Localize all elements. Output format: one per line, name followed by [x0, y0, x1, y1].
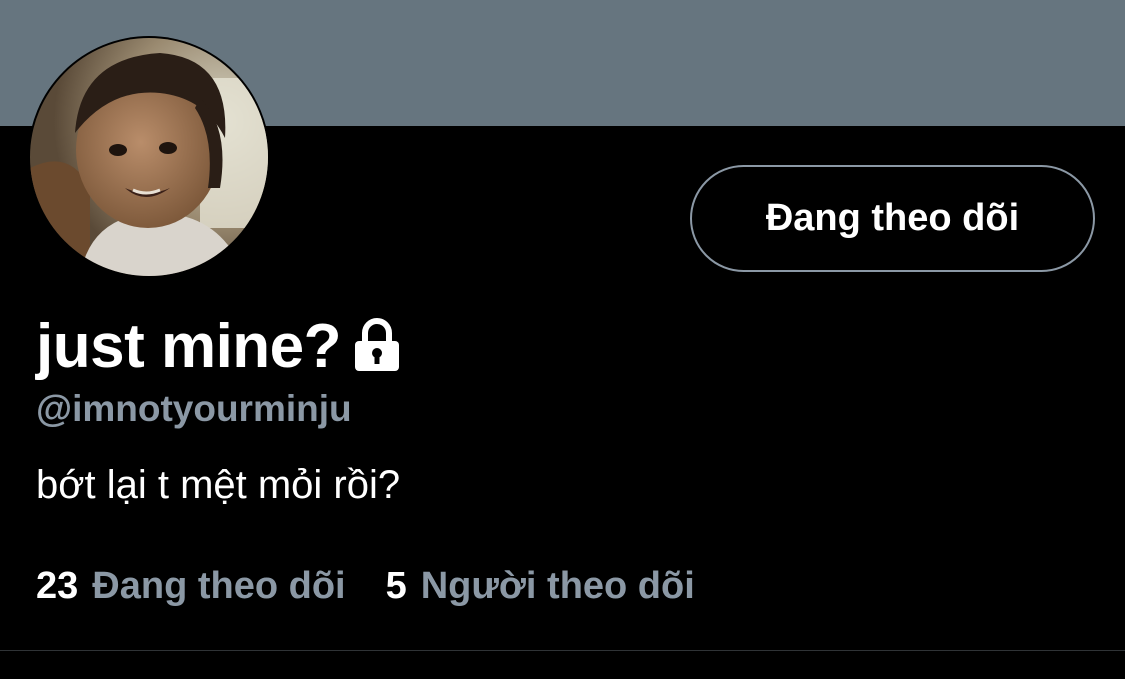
lock-icon — [353, 317, 401, 375]
followers-label: Người theo dõi — [420, 565, 695, 607]
following-button[interactable]: Đang theo dõi — [690, 165, 1095, 272]
profile-header: Đang theo dõi just mine? @imnotyourminju… — [0, 0, 1125, 679]
display-name: just mine? — [36, 311, 342, 381]
avatar[interactable] — [28, 36, 270, 278]
followers-count: 5 — [385, 565, 407, 607]
name-row: just mine? — [36, 306, 401, 386]
profile-bio: bớt lại t mệt mỏi rồi? — [36, 463, 401, 507]
username-handle: @imnotyourminju — [36, 388, 352, 429]
section-divider — [0, 650, 1125, 651]
followers-stat[interactable]: 5 Người theo dõi — [386, 565, 695, 608]
following-stat[interactable]: 23 Đang theo dõi — [36, 565, 346, 608]
avatar-photo — [30, 38, 268, 276]
following-label: Đang theo dõi — [92, 565, 346, 607]
following-count: 23 — [36, 565, 79, 607]
follow-stats: 23 Đang theo dõi 5 Người theo dõi — [36, 565, 695, 608]
